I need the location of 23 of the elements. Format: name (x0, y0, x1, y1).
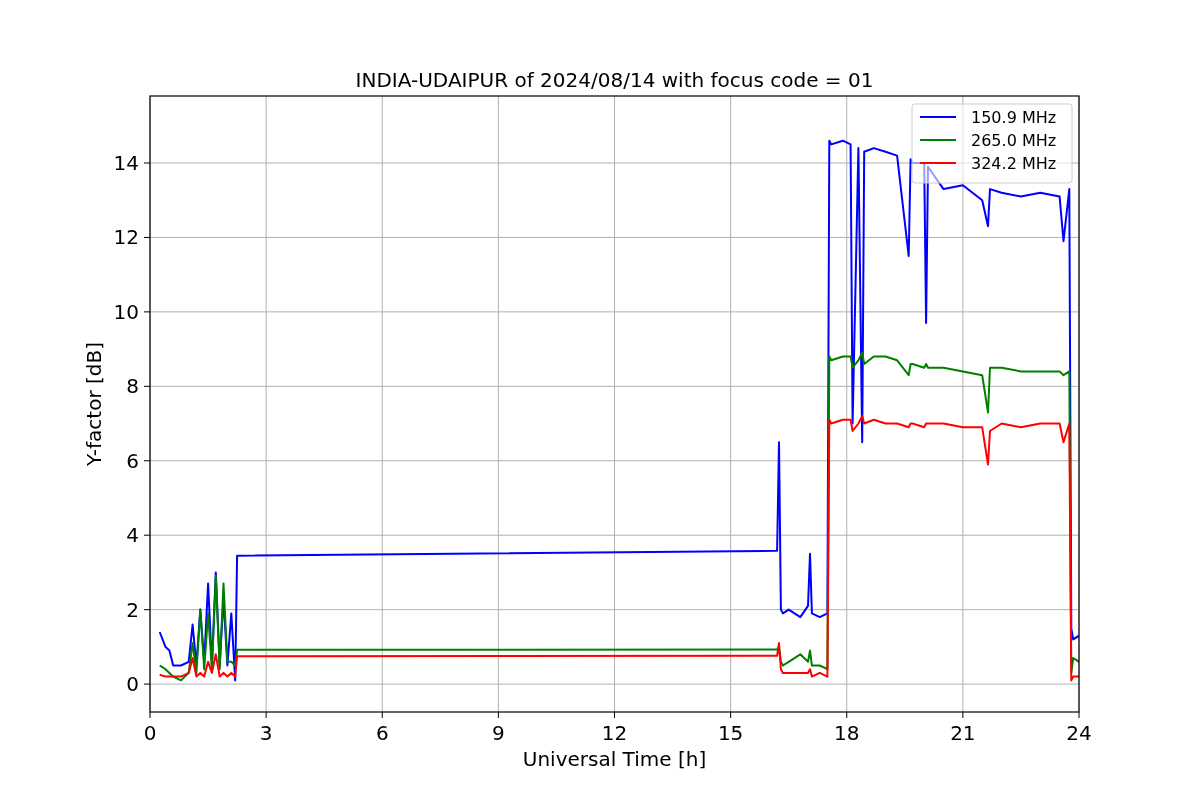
y-axis-label: Y-factor [dB] (82, 342, 106, 466)
x-tick-label: 0 (143, 721, 157, 745)
x-tick-label: 21 (950, 721, 976, 745)
x-tick-label: 15 (717, 721, 744, 745)
x-axis-label: Universal Time [h] (522, 747, 707, 771)
legend-label: 324.2 MHz (971, 154, 1057, 173)
x-tick-label: 12 (601, 721, 628, 745)
y-tick-label: 10 (113, 299, 139, 324)
x-tick-label: 18 (834, 721, 860, 745)
x-tick-label: 24 (1066, 721, 1092, 745)
y-tick-label: 6 (126, 448, 139, 473)
legend-label: 150.9 MHz (971, 108, 1057, 127)
y-tick-label: 4 (126, 523, 139, 548)
y-tick-label: 12 (113, 225, 139, 250)
x-tick-label: 9 (492, 721, 505, 745)
y-tick-label: 14 (113, 151, 139, 175)
y-tick-label: 0 (126, 672, 139, 697)
x-tick-label: 6 (375, 721, 389, 745)
chart-title: INDIA-UDAIPUR of 2024/08/14 with focus code = 01 (355, 68, 874, 92)
y-tick-label: 8 (126, 374, 139, 399)
y-tick-label: 2 (126, 597, 139, 622)
legend-label: 265.0 MHz (971, 131, 1057, 150)
x-tick-label: 3 (259, 721, 273, 745)
